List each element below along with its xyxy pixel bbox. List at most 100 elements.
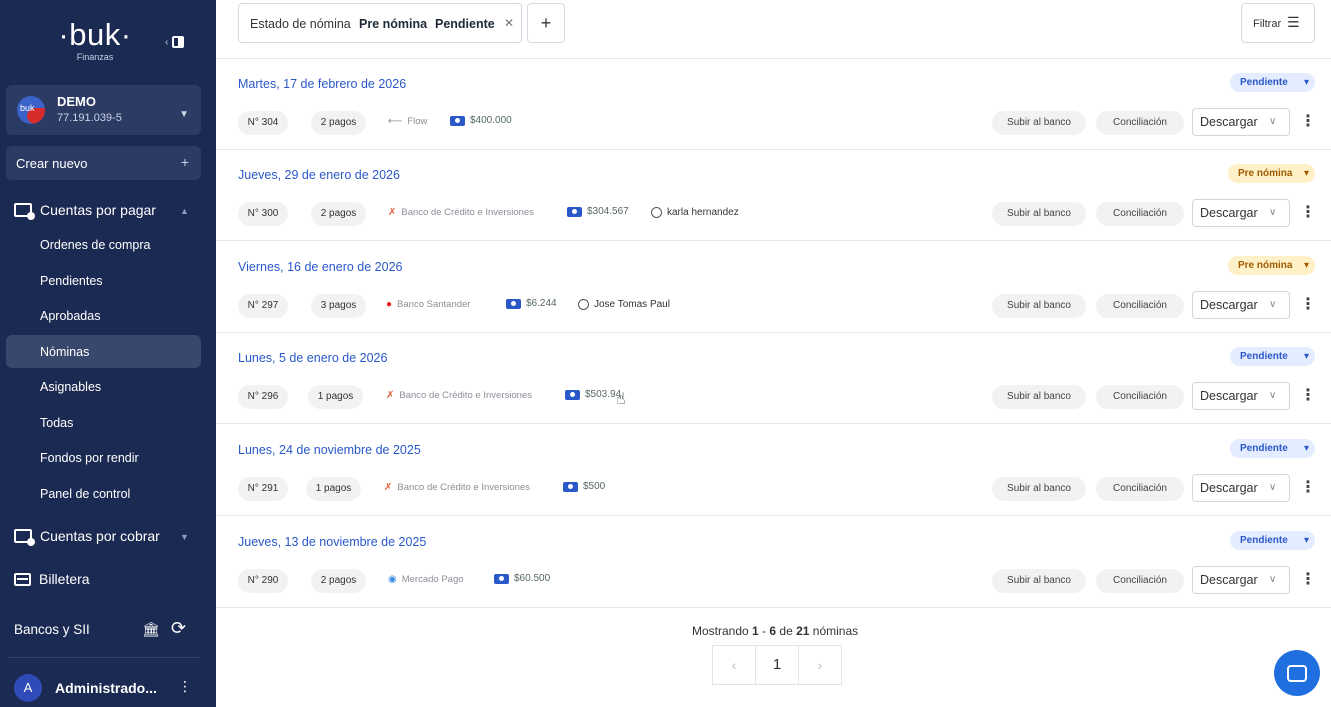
money-icon [563,481,578,492]
reconcile-button[interactable]: Conciliación [1096,294,1184,318]
create-new-label: Crear nuevo [16,156,88,171]
filter-value-pendiente: Pendiente [435,17,495,31]
sidebar-item-aprobadas[interactable]: Aprobadas [40,309,100,323]
filter-button[interactable]: Filtrar ☰ [1241,3,1315,43]
pagination-dash: - [758,624,770,638]
nav-bancos-sii[interactable]: Bancos y SII [14,622,90,637]
status-badge[interactable]: Pendiente ▾ [1230,347,1315,366]
clock-icon [578,299,589,310]
row-date[interactable]: Lunes, 24 de noviembre de 2025 [238,443,421,457]
more-vertical-icon[interactable]: ⋮ [178,678,192,695]
reconcile-button[interactable]: Conciliación [1096,477,1184,501]
download-dropdown[interactable]: Descargar ∨ [1192,566,1290,594]
buk-logo[interactable]: ·buk· Finanzas [55,17,135,62]
chevron-down-icon: ∨ [1269,574,1277,585]
row-payments: 2 pagos [311,111,366,135]
download-dropdown[interactable]: Descargar ∨ [1192,474,1290,502]
nav-cuentas-por-cobrar[interactable]: Cuentas por cobrar ▼ [14,528,189,546]
sidebar-item-ordenes-de-compra[interactable]: Ordenes de compra [40,238,150,252]
row-date[interactable]: Jueves, 29 de enero de 2026 [238,168,400,182]
chevron-down-icon: ∨ [1269,299,1277,310]
status-badge[interactable]: Pendiente ▾ [1230,439,1315,458]
money-icon [506,298,521,309]
upload-to-bank-button[interactable]: Subir al banco [992,477,1086,501]
upload-to-bank-button[interactable]: Subir al banco [992,569,1086,593]
chevron-right-icon[interactable]: › [799,646,841,684]
chevron-left-icon[interactable]: ‹ [713,646,755,684]
upload-to-bank-button[interactable]: Subir al banco [992,111,1086,135]
reconcile-button[interactable]: Conciliación [1096,111,1184,135]
sidebar-item-todas[interactable]: Todas [40,416,73,430]
download-dropdown[interactable]: Descargar ∨ [1192,382,1290,410]
chat-button[interactable] [1274,650,1320,696]
download-dropdown[interactable]: Descargar ∨ [1192,108,1290,136]
pagination-total: 21 [796,624,810,638]
download-dropdown[interactable]: Descargar ∨ [1192,199,1290,227]
user-name[interactable]: Administrado... [55,680,157,696]
create-new-button[interactable]: Crear nuevo + [6,146,201,180]
nav-billetera-label: Billetera [39,571,90,587]
sidebar-item-pendientes[interactable]: Pendientes [40,274,103,288]
plus-icon: + [180,154,189,170]
collapse-sidebar-button[interactable]: ‹ [165,36,185,48]
nomina-row: Lunes, 5 de enero de 2026 Pendiente ▾ N° … [216,333,1331,424]
bank-icon[interactable]: 🏛 [142,621,160,638]
page-button[interactable]: 1 [755,646,799,684]
filter-chip-estado[interactable]: Estado de nómina Pre nómina Pendiente ✕ [238,3,522,43]
company-selector[interactable]: buk DEMO 77.191.039-5 ▼ [6,85,201,135]
amount-value: $60.500 [514,573,551,584]
nomina-row: Martes, 17 de febrero de 2026 Pendiente ▾… [216,59,1331,150]
row-date[interactable]: Martes, 17 de febrero de 2026 [238,77,406,91]
status-badge[interactable]: Pre nómina ▾ [1228,164,1315,183]
sidebar-item-panel-de-control[interactable]: Panel de control [40,487,130,501]
user-avatar[interactable]: A [14,674,42,702]
reconcile-button[interactable]: Conciliación [1096,569,1184,593]
download-dropdown[interactable]: Descargar ∨ [1192,291,1290,319]
nomina-row: Jueves, 13 de noviembre de 2025 Pendient… [216,517,1331,608]
chat-icon [1287,664,1307,682]
row-number: N° 300 [238,202,288,226]
nav-cuentas-por-pagar[interactable]: Cuentas por pagar ▲ [14,202,189,220]
row-number: N° 291 [238,477,288,501]
status-badge[interactable]: Pre nómina ▾ [1228,256,1315,275]
more-vertical-icon[interactable]: ⋮ [1300,202,1316,222]
more-vertical-icon[interactable]: ⋮ [1300,385,1316,405]
upload-to-bank-button[interactable]: Subir al banco [992,385,1086,409]
row-number: N° 304 [238,111,288,135]
bci-logo-icon: ✗ [388,207,397,218]
upload-to-bank-button[interactable]: Subir al banco [992,294,1086,318]
reconcile-button[interactable]: Conciliación [1096,385,1184,409]
sidebar-item-fondos-por-rendir[interactable]: Fondos por rendir [40,451,139,465]
assignee-name: Jose Tomas Paul [594,299,670,310]
more-vertical-icon[interactable]: ⋮ [1300,569,1316,589]
chevron-down-icon: ▾ [1303,443,1309,454]
row-payments: 2 pagos [311,569,366,593]
amount-value: $304.567 [587,206,629,217]
upload-to-bank-button[interactable]: Subir al banco [992,202,1086,226]
row-bank: ✗ Banco de Crédito e Inversiones [384,482,530,493]
chevron-down-icon: ▾ [1303,260,1309,271]
status-badge[interactable]: Pendiente ▾ [1230,531,1315,550]
sidebar-item-nominas[interactable]: Nóminas [40,345,89,359]
nav-billetera[interactable]: Billetera [14,571,90,587]
status-badge[interactable]: Pendiente ▾ [1230,73,1315,92]
more-vertical-icon[interactable]: ⋮ [1300,294,1316,314]
row-date[interactable]: Jueves, 13 de noviembre de 2025 [238,535,426,549]
logo-subtitle: Finanzas [76,52,114,62]
add-filter-button[interactable]: + [527,3,565,43]
logo-text: ·buk· [58,17,132,52]
sidebar-item-asignables[interactable]: Asignables [40,380,101,394]
sync-icon[interactable]: ⟳ [171,618,186,639]
reconcile-button[interactable]: Conciliación [1096,202,1184,226]
more-vertical-icon[interactable]: ⋮ [1300,477,1316,497]
amount-value: $6.244 [526,298,557,309]
row-date[interactable]: Viernes, 16 de enero de 2026 [238,260,402,274]
row-bank: ◉ Mercado Pago [388,574,464,585]
status-label: Pendiente [1240,77,1288,88]
amount-value: $400.000 [470,115,512,126]
chevron-down-icon: ▾ [1303,168,1309,179]
chevron-down-icon: ▾ [1303,77,1309,88]
more-vertical-icon[interactable]: ⋮ [1300,111,1316,131]
row-date[interactable]: Lunes, 5 de enero de 2026 [238,351,387,365]
close-icon[interactable]: ✕ [504,16,514,30]
